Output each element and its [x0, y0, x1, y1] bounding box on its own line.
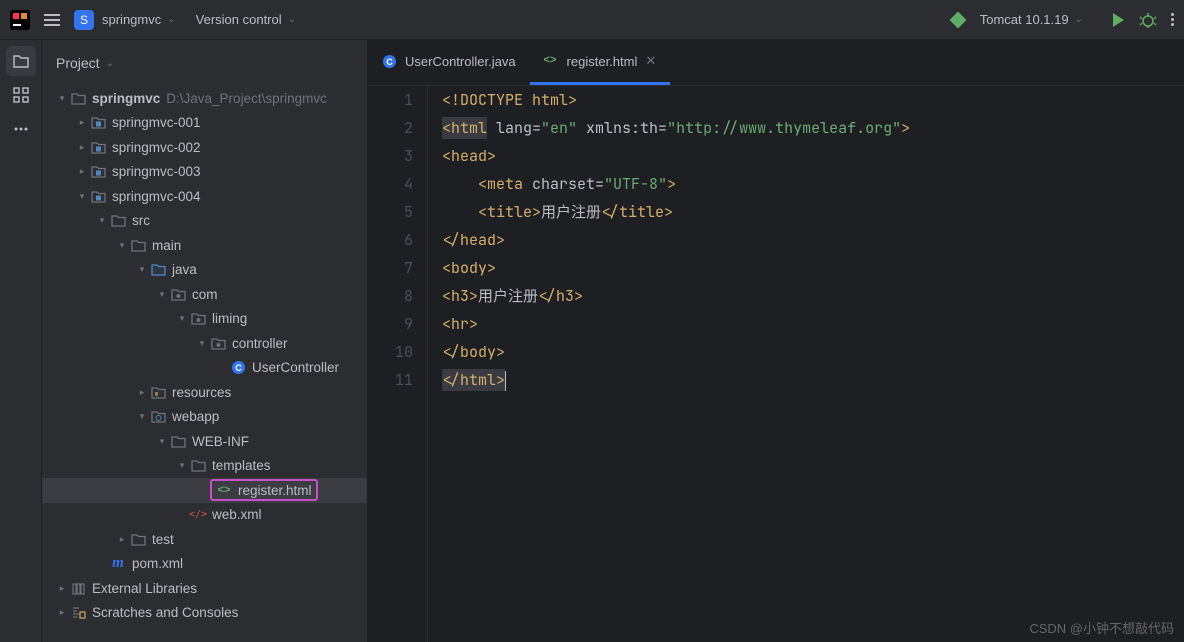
project-panel: Project ⌄ springmvc D:\Java_Project\spri… [42, 40, 368, 642]
tree-node-module[interactable]: springmvc-004 [42, 184, 367, 209]
tree-node-file-selected[interactable]: <> register.html [42, 478, 367, 503]
web-folder-icon [150, 409, 166, 425]
java-class-icon: C [230, 360, 246, 376]
tree-node-folder[interactable]: webapp [42, 405, 367, 430]
html-file-icon: <> [544, 54, 559, 69]
html-file-icon: <> [216, 482, 232, 498]
project-tree: springmvc D:\Java_Project\springmvc spri… [42, 86, 367, 642]
debug-button[interactable] [1133, 5, 1163, 35]
tree-node-folder[interactable]: WEB-INF [42, 429, 367, 454]
tab-register[interactable]: <> register.html ✕ [530, 40, 671, 85]
chevron-down-icon: ⌄ [106, 58, 114, 69]
structure-tool-button[interactable] [6, 80, 36, 110]
hamburger-icon[interactable] [44, 14, 60, 26]
gutter: 1 2 3 4 5 6 7 8 9 10 11 [368, 86, 428, 642]
tomcat-icon [949, 11, 966, 28]
tree-node-source-folder[interactable]: java [42, 258, 367, 283]
tab-usercontroller[interactable]: C UserController.java [368, 40, 530, 85]
module-icon [90, 139, 106, 155]
package-icon [170, 286, 186, 302]
module-icon [90, 164, 106, 180]
chevron-down-icon: ⌄ [1075, 14, 1083, 25]
tree-node-folder[interactable]: templates [42, 454, 367, 479]
text-cursor [505, 371, 506, 391]
resources-folder-icon [150, 384, 166, 400]
run-config-selector[interactable]: Tomcat 10.1.19 ⌄ [952, 12, 1083, 27]
tree-node-root[interactable]: springmvc D:\Java_Project\springmvc [42, 86, 367, 111]
chevron-down-icon: ⌄ [288, 14, 296, 25]
tree-node-folder[interactable]: main [42, 233, 367, 258]
tree-node-package[interactable]: controller [42, 331, 367, 356]
tab-bar: C UserController.java <> register.html ✕ [368, 40, 1184, 86]
project-tool-button[interactable] [6, 46, 36, 76]
tree-node-folder[interactable]: test [42, 527, 367, 552]
panel-header[interactable]: Project ⌄ [42, 40, 367, 86]
folder-icon [110, 213, 126, 229]
tree-node-module[interactable]: springmvc-003 [42, 160, 367, 185]
chevron-down-icon: ⌄ [167, 14, 175, 25]
module-icon [90, 188, 106, 204]
module-icon [70, 90, 86, 106]
folder-icon [170, 433, 186, 449]
project-badge[interactable]: S [74, 10, 94, 30]
package-icon [210, 335, 226, 351]
folder-icon [130, 237, 146, 253]
source-folder-icon [150, 262, 166, 278]
java-class-icon: C [382, 54, 397, 69]
vcs-menu[interactable]: Version control ⌄ [196, 12, 296, 27]
folder-icon [130, 531, 146, 547]
tree-node-scratches[interactable]: Scratches and Consoles [42, 601, 367, 626]
more-menu-icon[interactable] [1171, 13, 1174, 26]
tree-node-package[interactable]: liming [42, 307, 367, 332]
close-icon[interactable]: ✕ [645, 53, 656, 69]
vcs-label: Version control [196, 12, 282, 27]
watermark: CSDN @小钟不想敲代码 [1029, 618, 1174, 637]
panel-title: Project [56, 55, 100, 71]
editor-area: C UserController.java <> register.html ✕… [368, 40, 1184, 642]
project-name: springmvc [102, 12, 161, 27]
tab-label: UserController.java [405, 54, 516, 69]
run-button[interactable] [1103, 5, 1133, 35]
code-content[interactable]: <!DOCTYPE html> <html lang="en" xmlns:th… [428, 86, 1184, 642]
package-icon [190, 311, 206, 327]
more-tool-button[interactable] [6, 114, 36, 144]
left-toolbar [0, 40, 42, 642]
folder-icon [190, 458, 206, 474]
svg-text:C: C [386, 57, 393, 67]
tree-node-class[interactable]: CUserController [42, 356, 367, 381]
scratches-icon [70, 605, 86, 621]
xml-file-icon: </> [190, 507, 206, 523]
code-editor[interactable]: 1 2 3 4 5 6 7 8 9 10 11 <!DOCTYPE html> … [368, 86, 1184, 642]
tree-node-ext-libs[interactable]: External Libraries [42, 576, 367, 601]
tree-node-file[interactable]: mpom.xml [42, 552, 367, 577]
svg-text:C: C [235, 363, 242, 373]
project-switcher[interactable]: springmvc ⌄ [102, 12, 176, 27]
tree-highlight: <> register.html [210, 479, 318, 501]
tree-node-folder[interactable]: src [42, 209, 367, 234]
titlebar: S springmvc ⌄ Version control ⌄ Tomcat 1… [0, 0, 1184, 40]
tree-node-package[interactable]: com [42, 282, 367, 307]
run-config-label: Tomcat 10.1.19 [980, 12, 1069, 27]
tab-label: register.html [567, 54, 638, 69]
tree-node-resources[interactable]: resources [42, 380, 367, 405]
libraries-icon [70, 580, 86, 596]
tree-node-file[interactable]: </>web.xml [42, 503, 367, 528]
module-icon [90, 115, 106, 131]
ide-logo-icon [10, 10, 30, 30]
tree-node-module[interactable]: springmvc-001 [42, 111, 367, 136]
tree-node-module[interactable]: springmvc-002 [42, 135, 367, 160]
maven-file-icon: m [110, 556, 126, 572]
